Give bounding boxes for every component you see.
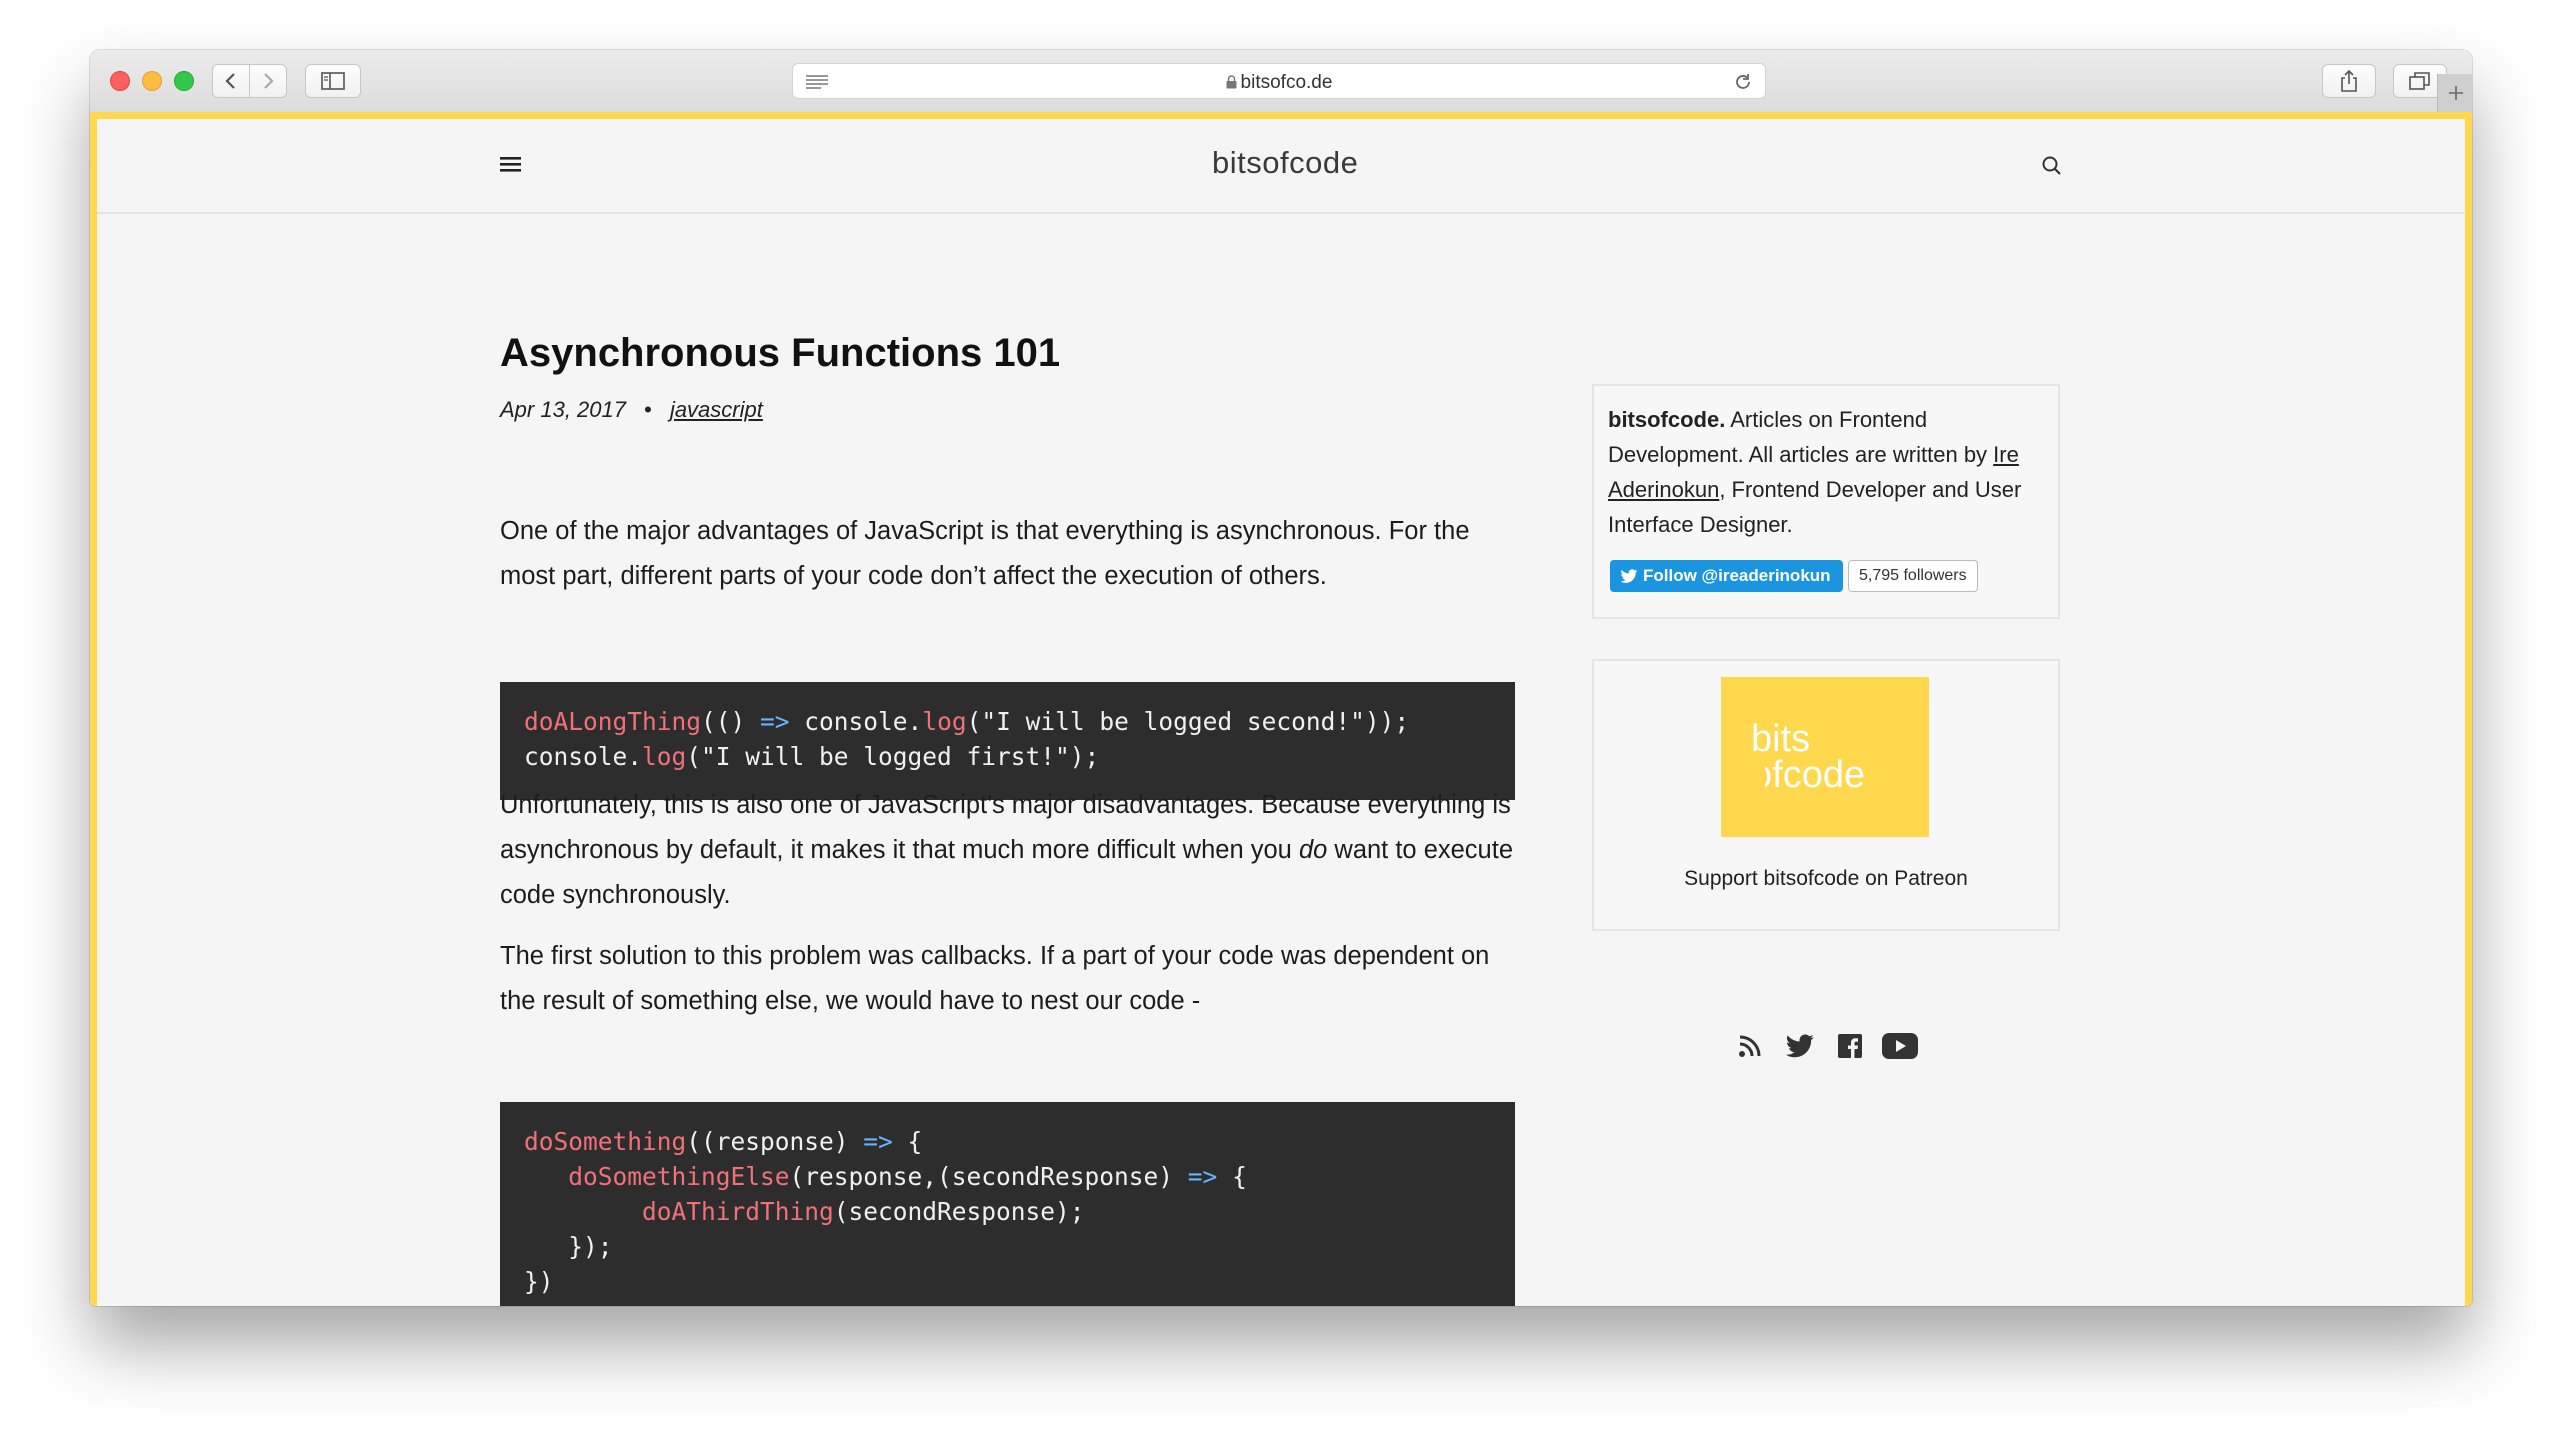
close-window-button[interactable] [110,71,130,91]
article-paragraph-3: The first solution to this problem was c… [500,942,1490,1015]
code-token: log [922,707,967,736]
back-button[interactable] [212,64,250,98]
code-token: (() [701,707,761,736]
code-token: doAThirdThing [642,1197,834,1226]
code-token: (response,(secondResponse) [789,1162,1188,1191]
facebook-link[interactable] [1833,1029,1867,1063]
lock-icon [1226,75,1237,89]
back-icon [225,73,235,89]
reload-icon[interactable] [1733,72,1753,92]
forward-icon [264,73,274,89]
code-token: log [642,742,687,771]
patreon-card: bits ofcode Support bitsofcode on Patreo… [1592,659,2060,931]
site-logo[interactable]: bitsofcode [1212,145,1358,181]
about-text: bitsofcode. Articles on Frontend Develop… [1594,386,2058,558]
code-block-2: doSomething((response) => { doSomethingE… [500,1102,1515,1306]
address-bar[interactable]: bitsofco.de [792,63,1766,99]
code-token: { [892,1127,923,1156]
hamburger-menu-button[interactable] [499,154,523,174]
minimize-window-button[interactable] [142,71,162,91]
youtube-link[interactable] [1880,1029,1920,1063]
facebook-icon [1838,1034,1862,1058]
emphasis-text: do [1298,836,1328,864]
url-text: bitsofco.de [1240,72,1333,93]
sidebar-toggle-button[interactable] [305,64,361,98]
article-tag-link[interactable]: javascript [670,397,763,422]
code-token: }); [524,1232,613,1261]
code-token: doSomething [524,1127,687,1156]
twitter-follow-button[interactable]: Follow @ireaderinokun [1610,560,1843,592]
sidebar-icon [321,72,345,90]
hamburger-menu-icon [500,157,521,172]
forward-button[interactable] [249,64,287,98]
code-token: doSomethingElse [568,1162,790,1191]
twitter-bird-icon [1620,568,1638,583]
about-site-name: bitsofcode. [1608,407,1726,432]
code-token: ("I will be logged second!")); [966,707,1410,736]
code-token: console. [524,742,643,771]
code-token: => [1187,1162,1218,1191]
tabs-icon [2409,72,2430,90]
about-card: bitsofcode. Articles on Frontend Develop… [1592,384,2060,619]
code-token: { [1217,1162,1247,1191]
code-token: (secondResponse); [833,1197,1085,1226]
rss-link[interactable] [1733,1029,1767,1063]
code-token: => [863,1127,893,1156]
new-tab-icon [2448,86,2463,100]
youtube-icon [1882,1033,1918,1059]
search-button[interactable] [2041,155,2065,179]
share-button[interactable] [2322,64,2376,98]
url-display: bitsofco.de [793,72,1765,94]
browser-window: bitsofco.de bitsofcode Asynchronous Func… [90,50,2472,1306]
code-token: console. [789,707,923,736]
patreon-logo-image[interactable]: bits ofcode [1721,677,1929,837]
page-viewport: bitsofcode Asynchronous Functions 101 Ap… [90,112,2472,1306]
svg-text:ofcode: ofcode [1751,754,1865,796]
twitter-link[interactable] [1783,1029,1817,1063]
article-date: Apr 13, 2017 [500,397,626,422]
code-token: ("I will be logged first!"); [686,742,1100,771]
code-token: => [760,707,790,736]
share-icon [2341,69,2357,92]
code-token: ((response) [686,1127,864,1156]
code-token: doALongThing [524,707,702,736]
code-token: }) [524,1267,554,1296]
article-paragraph-2: Unfortunately, this is also one of JavaS… [500,783,1520,918]
article-meta: Apr 13, 2017 • javascript [500,397,763,423]
twitter-follower-count[interactable]: 5,795 followers [1848,560,1978,592]
site-header: bitsofcode [97,119,2465,214]
twitter-icon [1785,1033,1814,1057]
meta-separator: • [644,397,652,422]
twitter-follow-label: Follow @ireaderinokun [1643,566,1831,585]
search-icon [2042,156,2061,175]
article-paragraph-1: One of the major advantages of JavaScrip… [500,517,1470,590]
article-title: Asynchronous Functions 101 [500,331,1061,375]
rss-icon [1739,1035,1761,1057]
browser-toolbar: bitsofco.de [90,50,2472,113]
maximize-window-button[interactable] [174,71,194,91]
new-tab-button[interactable] [2437,74,2472,112]
patreon-support-label[interactable]: Support bitsofcode on Patreon [1594,867,2058,891]
patreon-logo: bits ofcode [1721,717,1929,796]
